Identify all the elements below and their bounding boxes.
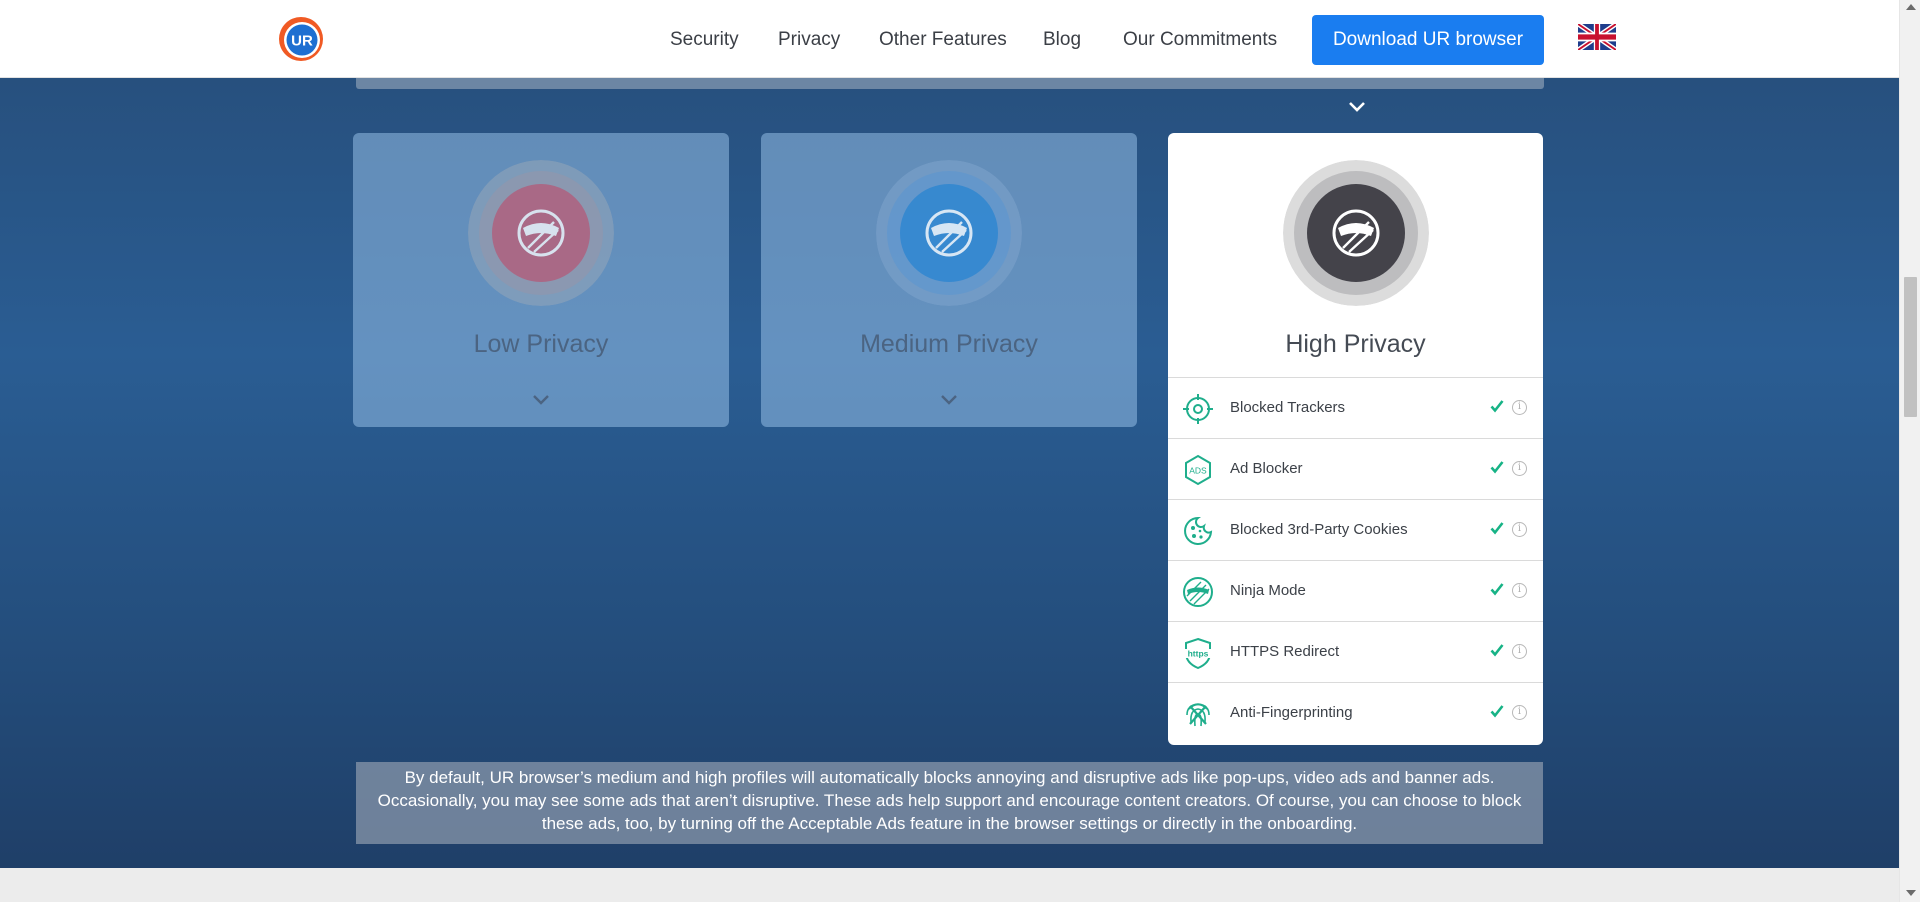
ur-logo-icon[interactable]: UR	[277, 15, 325, 63]
scrollbar-thumb[interactable]	[1904, 277, 1917, 417]
ninja-badge-icon	[876, 160, 1022, 306]
checkmark-icon	[1490, 400, 1504, 413]
feature-label: Ad Blocker	[1230, 460, 1303, 477]
checkmark-icon	[1490, 705, 1504, 718]
profile-title: Medium Privacy	[860, 330, 1038, 358]
acceptable-ads-note: By default, UR browser’s medium and high…	[356, 762, 1543, 844]
svg-text:https: https	[1188, 649, 1209, 659]
collapsed-panel-edge	[356, 78, 1544, 89]
https-shield-icon: https	[1183, 637, 1213, 669]
feature-label: Anti-Fingerprinting	[1230, 704, 1353, 721]
feature-row: ADS Ad Blocker i	[1168, 439, 1543, 500]
fingerprint-icon	[1186, 703, 1210, 727]
ninja-badge-icon	[1282, 160, 1429, 306]
info-icon[interactable]: i	[1512, 644, 1527, 659]
uk-flag-icon[interactable]	[1578, 24, 1616, 50]
nav-blog[interactable]: Blog	[1043, 29, 1081, 51]
ninja-badge-icon	[468, 160, 614, 306]
feature-label: Blocked Trackers	[1230, 399, 1346, 416]
site-header: UR Security Privacy Other Features Blog …	[0, 0, 1899, 78]
feature-row: Blocked 3rd-Party Cookies i	[1168, 500, 1543, 561]
info-icon[interactable]: i	[1512, 461, 1527, 476]
scroll-down-arrow-icon[interactable]	[1906, 890, 1916, 896]
chevron-down-icon[interactable]	[1347, 100, 1367, 114]
nav-our-commitments[interactable]: Our Commitments	[1123, 29, 1277, 51]
profile-title: Low Privacy	[473, 330, 609, 358]
cookie-icon	[1184, 516, 1213, 545]
info-icon[interactable]: i	[1512, 583, 1527, 598]
chevron-down-icon[interactable]	[939, 393, 959, 407]
info-icon[interactable]: i	[1512, 705, 1527, 720]
nav-privacy[interactable]: Privacy	[778, 29, 840, 51]
checkmark-icon	[1490, 644, 1504, 657]
nav-security[interactable]: Security	[670, 29, 739, 51]
nav-other-features[interactable]: Other Features	[879, 29, 1007, 51]
feature-label: HTTPS Redirect	[1230, 643, 1340, 660]
feature-row: Anti-Fingerprinting i	[1168, 683, 1543, 744]
feature-label: Ninja Mode	[1230, 582, 1306, 599]
checkmark-icon	[1490, 522, 1504, 535]
feature-row: https HTTPS Redirect i	[1168, 622, 1543, 683]
feature-list: Blocked Trackers i ADS Ad Blocker i Bloc…	[1168, 377, 1543, 744]
checkmark-icon	[1490, 583, 1504, 596]
chevron-down-icon[interactable]	[531, 393, 551, 407]
page-footer-band	[0, 868, 1899, 902]
profile-title: High Privacy	[1285, 330, 1426, 358]
profile-card-medium[interactable]: Medium Privacy	[761, 133, 1137, 427]
profile-card-high[interactable]: High Privacy Blocked Trackers i ADS Ad B…	[1168, 133, 1543, 745]
profile-card-low[interactable]: Low Privacy	[353, 133, 729, 427]
tracker-target-icon	[1183, 394, 1213, 424]
privacy-profiles-section: Low Privacy Medium Privacy High Privacy …	[0, 78, 1899, 868]
scroll-up-arrow-icon[interactable]	[1906, 4, 1916, 10]
svg-text:UR: UR	[291, 33, 313, 50]
feature-row: Blocked Trackers i	[1168, 378, 1543, 439]
checkmark-icon	[1490, 461, 1504, 474]
info-icon[interactable]: i	[1512, 400, 1527, 415]
feature-label: Blocked 3rd-Party Cookies	[1230, 521, 1408, 538]
ads-hexagon-icon: ADS	[1185, 454, 1211, 486]
page-scrollbar[interactable]	[1899, 0, 1920, 902]
info-icon[interactable]: i	[1512, 522, 1527, 537]
ninja-icon	[1183, 577, 1213, 607]
svg-text:ADS: ADS	[1189, 466, 1207, 476]
feature-row: Ninja Mode i	[1168, 561, 1543, 622]
download-button[interactable]: Download UR browser	[1312, 15, 1544, 65]
